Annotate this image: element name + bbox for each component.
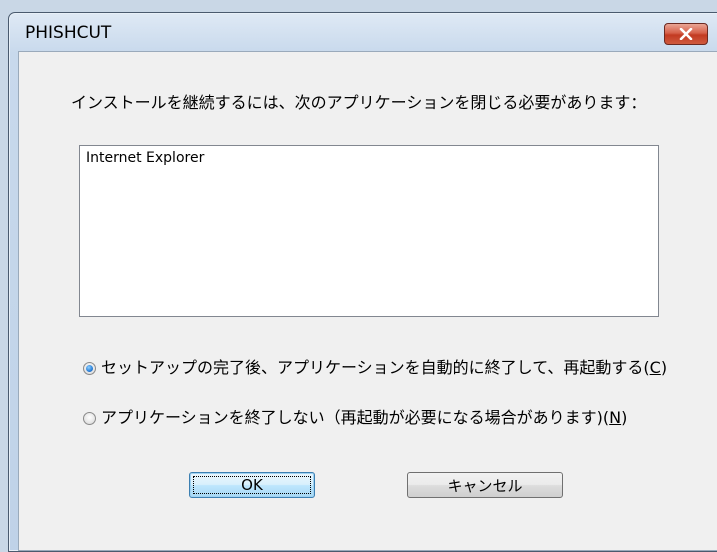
list-item[interactable]: Internet Explorer	[86, 150, 204, 166]
focus-indicator	[193, 476, 311, 494]
radio-do-not-close[interactable]	[83, 412, 96, 425]
option-restart-apps-label[interactable]: セットアップの完了後、アプリケーションを自動的に終了して、再起動する(C)	[101, 359, 681, 377]
application-listbox[interactable]: Internet Explorer	[79, 145, 659, 317]
option-do-not-close-label[interactable]: アプリケーションを終了しない（再起動が必要になる場合があります)(N)	[101, 409, 681, 427]
cancel-button-label: キャンセル	[447, 476, 523, 495]
message-text: インストールを継続するには、次のアプリケーションを閉じる必要があります：	[71, 93, 647, 112]
ok-button[interactable]: OK	[189, 472, 315, 498]
radio-restart-apps[interactable]	[83, 362, 96, 375]
dialog-window: PHISHCUT インストールを継続するには、次のアプリケーションを閉じる必要が…	[8, 12, 717, 552]
window-title: PHISHCUT	[25, 23, 112, 43]
close-button[interactable]	[664, 23, 708, 45]
close-x-icon	[679, 28, 693, 40]
cancel-button[interactable]: キャンセル	[407, 472, 563, 498]
title-bar[interactable]: PHISHCUT	[9, 13, 717, 53]
dialog-content: インストールを継続するには、次のアプリケーションを閉じる必要があります： Int…	[18, 51, 717, 551]
